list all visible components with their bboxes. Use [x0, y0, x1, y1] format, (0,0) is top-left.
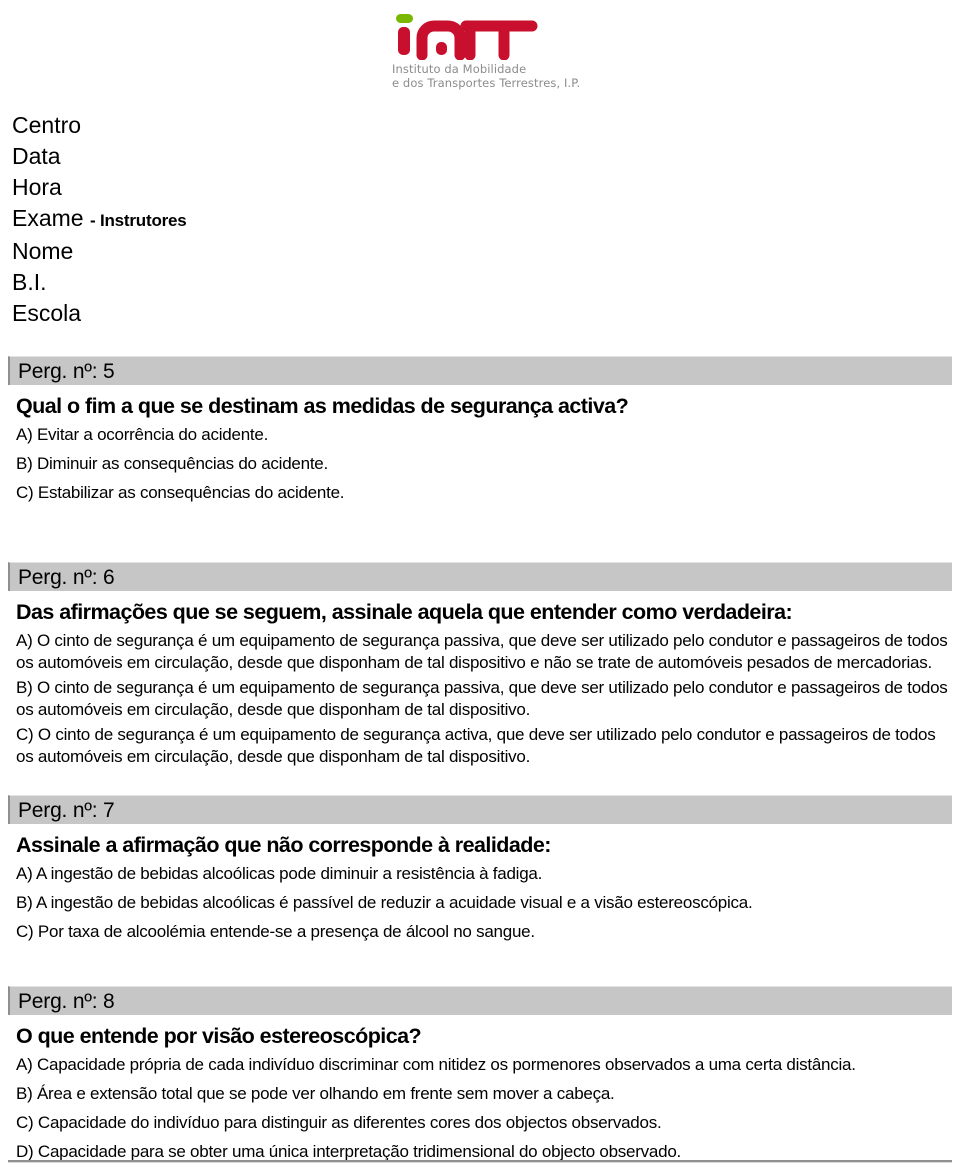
header-field-label: Escola	[12, 300, 82, 326]
header-field-hora: Hora	[12, 172, 412, 203]
logo-tagline: Instituto da Mobilidade e dos Transporte…	[392, 62, 581, 90]
header-field-label: Data	[12, 143, 61, 169]
question-option-c[interactable]: C) Estabilizar as consequências do acide…	[16, 482, 948, 504]
question-option-b[interactable]: B) Diminuir as consequências do acidente…	[16, 453, 948, 475]
header-field-centro: Centro	[12, 110, 412, 141]
question-option-a[interactable]: A) A ingestão de bebidas alcoólicas pode…	[16, 863, 948, 885]
question-number-label: Perg. nº: 6	[18, 565, 115, 589]
question-body-7: Assinale a afirmação que não corresponde…	[0, 832, 960, 943]
question-option-b[interactable]: B) A ingestão de bebidas alcoólicas é pa…	[16, 892, 948, 914]
question-bar-6: Perg. nº: 6	[8, 562, 952, 591]
question-option-a[interactable]: A) Evitar a ocorrência do acidente.	[16, 424, 948, 446]
header-field-label: Exame	[12, 205, 84, 231]
question-block-8: Perg. nº: 8 O que entende por visão este…	[0, 986, 960, 1163]
question-block-7: Perg. nº: 7 Assinale a afirmação que não…	[0, 795, 960, 943]
header-field-exame-suffix: - Instrutores	[89, 211, 187, 230]
question-title: O que entende por visão estereoscópica?	[16, 1024, 422, 1048]
question-number-label: Perg. nº: 7	[18, 798, 115, 822]
header-field-data: Data	[12, 141, 412, 172]
question-bar-5: Perg. nº: 5	[8, 356, 952, 385]
question-body-5: Qual o fim a que se destinam as medidas …	[0, 393, 960, 504]
header-field-label: B.I.	[12, 269, 47, 295]
question-option-b[interactable]: B) Área e extensão total que se pode ver…	[16, 1083, 948, 1105]
questions-list: Perg. nº: 5 Qual o fim a que se destinam…	[0, 356, 960, 1170]
question-title: Das afirmações que se seguem, assinale a…	[16, 600, 793, 624]
logo-dot-icon	[396, 14, 413, 23]
logo-block: Instituto da Mobilidade e dos Transporte…	[392, 12, 592, 90]
question-option-b[interactable]: B) O cinto de segurança é um equipamento…	[16, 677, 948, 721]
header-field-bi: B.I.	[12, 267, 412, 298]
question-option-a[interactable]: A) Capacidade própria de cada indivíduo …	[16, 1054, 948, 1076]
imtt-logo-mark	[392, 12, 552, 60]
header-field-exame: Exame - Instrutores	[12, 203, 412, 236]
question-option-a[interactable]: A) O cinto de segurança é um equipamento…	[16, 630, 948, 674]
question-block-6: Perg. nº: 6 Das afirmações que se seguem…	[0, 562, 960, 768]
question-number-label: Perg. nº: 8	[18, 989, 115, 1013]
header-field-label: Nome	[12, 238, 74, 264]
header-field-label: Centro	[12, 112, 82, 138]
exam-header-fields: Centro Data Hora Exame - Instrutores Nom…	[12, 110, 412, 329]
question-option-c[interactable]: C) Capacidade do indivíduo para distingu…	[16, 1112, 948, 1134]
header-field-nome: Nome	[12, 236, 412, 267]
question-title: Assinale a afirmação que não corresponde…	[16, 833, 551, 857]
question-number-label: Perg. nº: 5	[18, 359, 115, 383]
question-body-6: Das afirmações que se seguem, assinale a…	[0, 599, 960, 768]
question-block-5: Perg. nº: 5 Qual o fim a que se destinam…	[0, 356, 960, 504]
question-option-c[interactable]: C) Por taxa de alcoolémia entende-se a p…	[16, 921, 948, 943]
footer-divider	[8, 1160, 952, 1163]
header-field-label: Hora	[12, 174, 62, 200]
question-body-8: O que entende por visão estereoscópica? …	[0, 1023, 960, 1163]
question-title: Qual o fim a que se destinam as medidas …	[16, 394, 629, 418]
question-bar-7: Perg. nº: 7	[8, 795, 952, 824]
header-field-escola: Escola	[12, 298, 412, 329]
document-logo-header: Instituto da Mobilidade e dos Transporte…	[0, 0, 960, 105]
question-option-c[interactable]: C) O cinto de segurança é um equipamento…	[16, 724, 948, 768]
question-bar-8: Perg. nº: 8	[8, 986, 952, 1015]
